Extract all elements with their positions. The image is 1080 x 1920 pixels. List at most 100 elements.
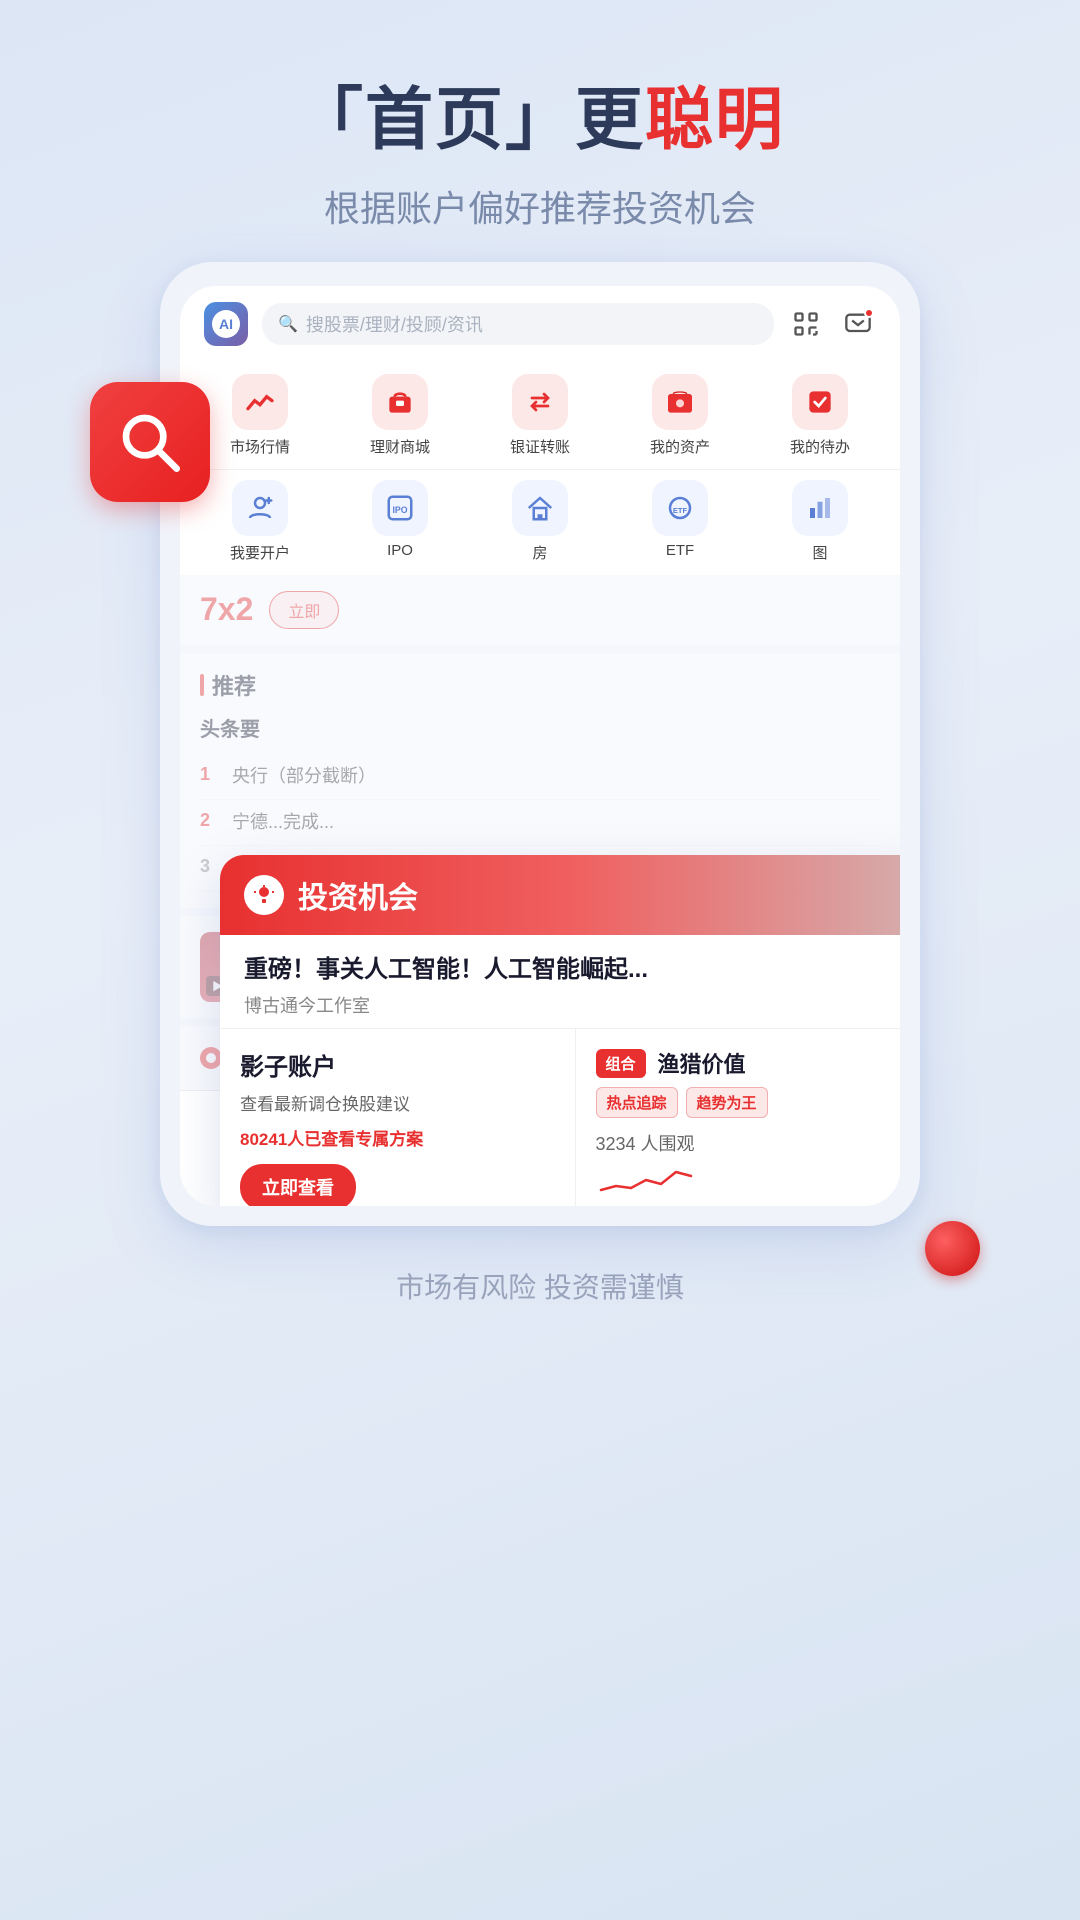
popup-news-source: 博古通今工作室: [244, 992, 900, 1018]
search-bar[interactable]: 🔍 搜股票/理财/投顾/资讯: [262, 303, 774, 345]
news-num-3: 3: [200, 856, 222, 877]
market-icon-bg: [232, 374, 288, 430]
headline-subtitle: 头条要: [200, 713, 880, 742]
popup-header-icon: [244, 875, 284, 915]
popup-card-left: 影子账户 查看最新调仓换股建议 80241人已查看专属方案 立即查看: [220, 1029, 576, 1206]
finance-mall-label: 理财商城: [370, 436, 430, 457]
nav-item-market[interactable]: 市场行情: [210, 374, 310, 457]
assets-icon: [664, 386, 696, 418]
banner-btn[interactable]: 立即: [269, 591, 339, 629]
bulb-icon: [252, 883, 276, 907]
house-label: 房: [532, 542, 547, 563]
search-bar-placeholder: 搜股票/理财/投顾/资讯: [306, 311, 483, 337]
nav-item-assets[interactable]: 我的资产: [630, 374, 730, 457]
banner-area: 7x2 立即: [180, 575, 900, 645]
popup-cards: 影子账户 查看最新调仓换股建议 80241人已查看专属方案 立即查看 组合 渔猎…: [220, 1029, 900, 1206]
search-bar-icon: 🔍: [278, 314, 298, 334]
investment-popup: 投资机会 重磅！事关人工智能！人工智能崛起... 博古通今工作室 影子账户 查看…: [220, 855, 900, 1207]
scan-icon: [792, 310, 820, 338]
chart-svg: [596, 1162, 696, 1198]
app-logo-text: AI: [212, 310, 240, 338]
popup-header-title: 投资机会: [298, 873, 418, 917]
open-account-icon: [245, 493, 275, 523]
nav-item-finance-mall[interactable]: 理财商城: [350, 374, 450, 457]
nav-item-todo[interactable]: 我的待办: [770, 374, 870, 457]
phone-inner: AI 🔍 搜股票/理财/投顾/资讯: [180, 286, 900, 1207]
news-num-2: 2: [200, 810, 222, 831]
right-card-title: 渔猎价值: [658, 1047, 746, 1079]
view-now-button[interactable]: 立即查看: [240, 1164, 356, 1206]
headline-main: 「首页」更: [295, 82, 645, 158]
market-label: 市场行情: [230, 436, 290, 457]
invest-dot: [200, 1047, 222, 1069]
nav-item-etf[interactable]: ETF ETF: [630, 480, 730, 563]
subheadline: 根据账户偏好推荐投资机会: [0, 180, 1080, 232]
mini-chart: [596, 1162, 901, 1203]
trend-tag: 趋势为王: [686, 1087, 768, 1118]
news-num-1: 1: [200, 764, 222, 785]
headline-red: 聪明: [645, 82, 785, 158]
scan-icon-btn[interactable]: [788, 306, 824, 342]
chart2-icon: [805, 493, 835, 523]
finance-mall-icon-bg: [372, 374, 428, 430]
phone-mockup: AI 🔍 搜股票/理财/投顾/资讯: [130, 262, 950, 1227]
shadow-account-count: 80241人已查看专属方案: [240, 1125, 555, 1150]
chart2-icon-bg: [792, 480, 848, 536]
assets-label: 我的资产: [650, 436, 710, 457]
etf-label: ETF: [666, 542, 694, 559]
banner-row: 7x2 立即: [200, 591, 880, 629]
topbar-icons: [788, 306, 876, 342]
news-item-2[interactable]: 2 宁德...完成...: [200, 800, 880, 846]
market-icon: [244, 386, 276, 418]
assets-icon-bg: [652, 374, 708, 430]
count-number: 3234: [596, 1134, 636, 1154]
section-title-recommend: 推荐: [200, 669, 880, 701]
ipo-icon-bg: IPO: [372, 480, 428, 536]
open-account-label: 我要开户: [230, 542, 290, 563]
house-icon: [525, 493, 555, 523]
news-text-1: 央行（部分截断）: [232, 764, 376, 789]
right-count: 3234 人围观: [596, 1130, 901, 1156]
finance-mall-icon: [384, 386, 416, 418]
nav-icons-row2: 我要开户 IPO IPO: [180, 470, 900, 575]
group-tag: 组合: [596, 1049, 646, 1078]
house-icon-bg: [512, 480, 568, 536]
phone-topbar: AI 🔍 搜股票/理财/投顾/资讯: [180, 286, 900, 358]
phone-frame: AI 🔍 搜股票/理财/投顾/资讯: [160, 262, 920, 1227]
popup-news[interactable]: 重磅！事关人工智能！人工智能崛起... 博古通今工作室: [220, 935, 900, 1030]
todo-icon-bg: [792, 374, 848, 430]
message-badge: [864, 308, 874, 318]
news-item-1[interactable]: 1 央行（部分截断）: [200, 754, 880, 800]
top-section: 「首页」更聪明 根据账户偏好推荐投资机会: [0, 0, 1080, 262]
popup-header: 投资机会: [220, 855, 900, 935]
nav-item-chart2[interactable]: 图: [770, 480, 870, 563]
ipo-icon: IPO: [385, 493, 415, 523]
nav-item-transfer[interactable]: 银证转账: [490, 374, 590, 457]
shadow-account-subtitle: 查看最新调仓换股建议: [240, 1090, 555, 1115]
shadow-account-title: 影子账户: [240, 1047, 555, 1082]
message-icon-btn[interactable]: [840, 306, 876, 342]
transfer-label: 银证转账: [510, 436, 570, 457]
svg-text:IPO: IPO: [392, 505, 407, 515]
todo-icon: [804, 386, 836, 418]
nav-item-house[interactable]: 房: [490, 480, 590, 563]
ipo-label: IPO: [387, 542, 413, 559]
etf-icon: ETF: [665, 493, 695, 523]
news-text-2: 宁德...完成...: [232, 810, 334, 835]
popup-news-title: 重磅！事关人工智能！人工智能崛起...: [244, 953, 900, 987]
search-red-box[interactable]: [90, 382, 210, 502]
transfer-icon-bg: [512, 374, 568, 430]
etf-icon-bg: ETF: [652, 480, 708, 536]
nav-item-open-account[interactable]: 我要开户: [210, 480, 310, 563]
app-logo: AI: [204, 302, 248, 346]
todo-label: 我的待办: [790, 436, 850, 457]
svg-text:ETF: ETF: [673, 506, 688, 515]
recommend-title: 推荐: [212, 669, 256, 701]
chart2-label: 图: [812, 542, 827, 563]
disclaimer-text: 市场有风险 投资需谨慎: [396, 1272, 684, 1303]
content-area: 7x2 立即 推荐 头条要 1: [180, 575, 900, 1091]
nav-item-ipo[interactable]: IPO IPO: [350, 480, 450, 563]
nav-icons-row1: 市场行情 理财商城: [180, 358, 900, 470]
transfer-icon: [524, 386, 556, 418]
banner-text: 7x2: [200, 591, 253, 628]
